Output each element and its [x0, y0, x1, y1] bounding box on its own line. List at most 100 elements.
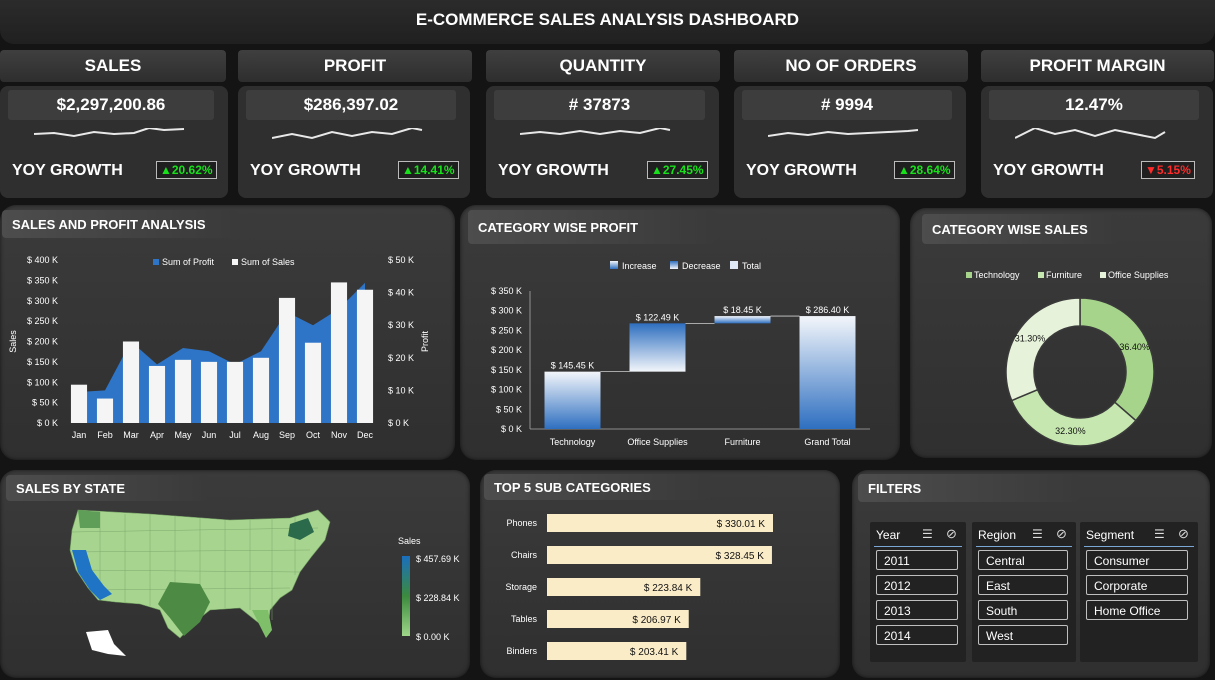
multi-select-icon[interactable]: ☰ [1154, 527, 1165, 541]
y2-tick-label: $ 20 K [388, 353, 414, 363]
map-legend-mid: $ 228.84 K [416, 593, 460, 603]
kpi-label: NO OF ORDERS [734, 50, 968, 82]
category-sales-panel: CATEGORY WISE SALES Technology Furniture O… [910, 208, 1212, 458]
yoy-label: YOY GROWTH [498, 162, 609, 179]
x-tick-label: Jan [72, 430, 87, 440]
x-tick-label: Aug [253, 430, 269, 440]
slicer-item-region[interactable]: East [978, 575, 1068, 595]
sales-profit-chart: $ 0 K $ 50 K $ 100 K $ 150 K $ 200 K $ 250 K $… [8, 255, 430, 440]
category-profit-chart: $ 0 K $ 50 K $ 100 K $ 150 K $ 200 K $ 250 K $… [491, 261, 870, 447]
slicer-divider [874, 546, 962, 547]
legend-label: Decrease [682, 261, 721, 271]
yoy-growth-badge: ▲27.45% [647, 161, 708, 179]
multi-select-icon[interactable]: ☰ [922, 527, 933, 541]
x-tick-label: Grand Total [804, 437, 850, 447]
sales-bar [278, 297, 296, 423]
legend-label: Office Supplies [1108, 270, 1169, 280]
legend-swatch [730, 261, 738, 269]
category-label: Phones [506, 518, 537, 528]
sales-bar [356, 289, 374, 423]
legend-label: Sum of Profit [162, 257, 215, 267]
slicer-item-year[interactable]: 2013 [876, 600, 958, 620]
legend-swatch [966, 272, 972, 278]
slicer-item-region[interactable]: Central [978, 550, 1068, 570]
y-tick-label: $ 200 K [27, 337, 58, 347]
y2-tick-label: $ 10 K [388, 385, 414, 395]
data-label: $ 145.45 K [551, 361, 595, 371]
profit-area [79, 282, 365, 423]
y2-tick-label: $ 40 K [388, 288, 414, 298]
x-tick-label: Sep [279, 430, 295, 440]
map-legend-title: Sales [398, 536, 421, 546]
clear-filter-icon[interactable]: ⊘ [1178, 526, 1189, 542]
donut-slice [1079, 297, 1155, 422]
y-tick-label: $ 300 K [491, 306, 522, 316]
y-tick-label: $ 50 K [32, 398, 58, 408]
header-bar: E-COMMERCE SALES ANALYSIS DASHBOARD [0, 0, 1215, 44]
legend-swatch [232, 259, 238, 265]
top5-chart: Phones $ 330.01 K Chairs $ 328.45 K Storage $… [505, 514, 773, 660]
x-tick-label: Apr [150, 430, 164, 440]
sales-bar [200, 361, 218, 423]
legend-swatch [1100, 272, 1106, 278]
y-tick-label: $ 350 K [27, 275, 58, 285]
clear-filter-icon[interactable]: ⊘ [946, 526, 957, 542]
sales-bar [70, 384, 88, 423]
kpi-card: PROFIT MARGIN 12.47% YOY GROWTH ▼5.15% [981, 48, 1214, 198]
y-tick-label: $ 0 K [501, 424, 522, 434]
sales-bar [122, 341, 140, 423]
x-tick-label: Jul [229, 430, 241, 440]
slicer-item-region[interactable]: South [978, 600, 1068, 620]
slicer-item-region[interactable]: West [978, 625, 1068, 645]
clear-filter-icon[interactable]: ⊘ [1056, 526, 1067, 542]
kpi-value: # 37873 [494, 90, 705, 120]
kpi-body: $2,297,200.86 YOY GROWTH ▲20.62% [0, 86, 228, 198]
legend-swatch [610, 261, 618, 269]
kpi-sparkline [1015, 128, 1166, 140]
legend-label: Increase [622, 261, 657, 271]
yoy-label: YOY GROWTH [993, 162, 1104, 179]
kpi-card: SALES $2,297,200.86 YOY GROWTH ▲20.62% [0, 48, 228, 198]
slicer-item-segment[interactable]: Consumer [1086, 550, 1188, 570]
washington-shape [78, 510, 100, 528]
multi-select-icon[interactable]: ☰ [1032, 527, 1043, 541]
x-tick-label: Feb [97, 430, 113, 440]
category-label: Storage [505, 582, 537, 592]
legend-label: Furniture [1046, 270, 1082, 280]
yoy-growth-badge: ▲20.62% [156, 161, 217, 179]
slice-label: 31.30% [1015, 334, 1046, 344]
y-tick-label: $ 100 K [491, 385, 522, 395]
sales-by-state-panel: SALES BY STATE Sales $ 457.69 K $ 228.84… [0, 470, 470, 678]
kpi-sparkline [272, 128, 423, 140]
slicer-item-year[interactable]: 2012 [876, 575, 958, 595]
slicer-year: Year ☰ ⊘ 2011 2012 2013 2014 [870, 522, 966, 662]
x-tick-label: Nov [331, 430, 348, 440]
map-legend-max: $ 457.69 K [416, 554, 460, 564]
yoy-growth-badge: ▲28.64% [894, 161, 955, 179]
data-label: $ 122.49 K [636, 312, 680, 322]
slicer-title: Year [876, 528, 901, 542]
sales-bar [330, 282, 348, 423]
legend-label: Technology [974, 270, 1020, 280]
data-label: $ 206.97 K [632, 615, 681, 626]
kpi-sparkline [768, 129, 919, 137]
slice-label: 36.40% [1119, 342, 1150, 352]
map-legend-min: $ 0.00 K [416, 632, 450, 642]
y2-tick-label: $ 30 K [388, 320, 414, 330]
y-tick-label: $ 150 K [27, 357, 58, 367]
category-profit-panel: CATEGORY WISE PROFIT $ 0 K $ 50 K $ 100 K $… [460, 205, 900, 460]
kpi-body: $286,397.02 YOY GROWTH ▲14.41% [238, 86, 470, 198]
sales-profit-panel: SALES AND PROFIT ANALYSIS $ 0 K $ 50 K $ 1… [0, 205, 455, 460]
sales-bar [148, 365, 166, 423]
slicer-item-year[interactable]: 2014 [876, 625, 958, 645]
filters-title: FILTERS [858, 474, 1078, 502]
slicer-item-year[interactable]: 2011 [876, 550, 958, 570]
kpi-value: $2,297,200.86 [8, 90, 214, 120]
kpi-body: # 37873 YOY GROWTH ▲27.45% [486, 86, 719, 198]
yoy-growth-badge: ▲14.41% [398, 161, 459, 179]
x-tick-label: Dec [357, 430, 374, 440]
y-tick-label: $ 400 K [27, 255, 58, 265]
x-tick-label: Jun [202, 430, 217, 440]
slicer-item-segment[interactable]: Home Office [1086, 600, 1188, 620]
slicer-item-segment[interactable]: Corporate [1086, 575, 1188, 595]
